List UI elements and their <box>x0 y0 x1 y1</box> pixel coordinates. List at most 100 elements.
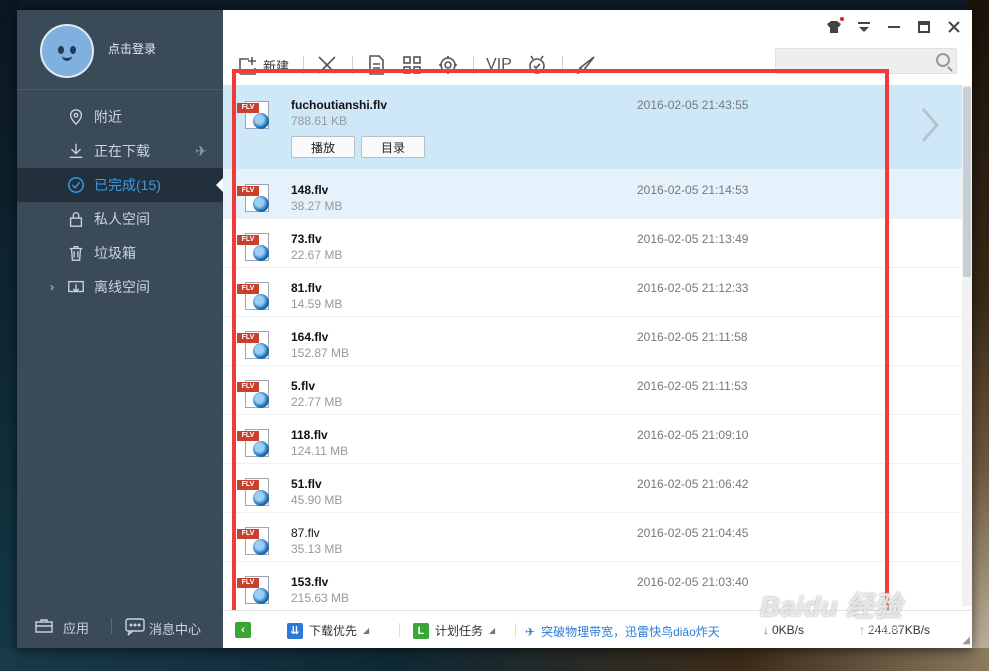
list-item[interactable]: FLV 5.flv 22.77 MB 2016-02-05 21:11:53 <box>223 366 962 415</box>
back-arrow-icon[interactable]: ‹ <box>235 622 251 638</box>
file-size: 14.59 MB <box>291 297 343 311</box>
file-name: 153.flv <box>291 575 329 589</box>
new-task-label: 新建 <box>263 58 290 74</box>
flv-file-icon: FLV <box>237 574 273 606</box>
list-item[interactable]: FLV 81.flv 14.59 MB 2016-02-05 21:12:33 <box>223 268 962 317</box>
new-task-icon <box>239 57 256 75</box>
resize-grip-icon[interactable]: ◢ <box>962 635 970 646</box>
scrollbar[interactable] <box>962 85 972 606</box>
maximize-icon[interactable] <box>916 19 932 35</box>
list-item[interactable]: FLV 87.flv 35.13 MB 2016-02-05 21:04:45 <box>223 513 962 562</box>
file-actions: 播放 目录 <box>291 136 425 158</box>
sidebar-item-private-space[interactable]: 私人空间 <box>17 202 223 236</box>
login-link[interactable]: 点击登录 <box>108 40 156 57</box>
toolbar-divider <box>303 56 305 74</box>
plan-task-button[interactable]: L 计划任务 ◢ <box>413 622 495 639</box>
file-size: 152.87 MB <box>291 346 350 360</box>
watermark-url: jingyan.baidu.com <box>808 622 905 636</box>
list-item[interactable]: FLV 73.flv 22.67 MB 2016-02-05 21:13:49 <box>223 219 962 268</box>
file-size: 22.67 MB <box>291 248 343 262</box>
bird-icon: ✈ <box>195 142 207 159</box>
play-button[interactable]: 播放 <box>291 136 355 158</box>
flv-file-icon: FLV <box>237 99 273 131</box>
file-date: 2016-02-05 21:12:33 <box>637 281 749 295</box>
avatar[interactable] <box>40 24 94 78</box>
file-type-tag: FLV <box>237 284 259 294</box>
file-size: 38.27 MB <box>291 199 343 213</box>
promo-link[interactable]: ✈ 突破物理带宽，迅雷快鸟diāo炸天 <box>525 623 720 640</box>
file-size: 45.90 MB <box>291 493 343 507</box>
list-item[interactable]: FLV 51.flv 45.90 MB 2016-02-05 21:06:42 <box>223 464 962 513</box>
delete-icon <box>318 56 336 74</box>
location-icon <box>66 107 86 127</box>
flv-file-icon: FLV <box>237 427 273 459</box>
toolbar-divider <box>352 56 354 74</box>
speedup-button[interactable] <box>575 54 597 76</box>
file-name: 51.flv <box>291 477 322 491</box>
file-date: 2016-02-05 21:06:42 <box>637 477 749 491</box>
delete-button[interactable] <box>316 54 338 76</box>
flv-file-icon: FLV <box>237 182 273 214</box>
search-input[interactable] <box>775 48 957 74</box>
file-list: FLV fuchoutianshi.flv 788.61 KB 2016-02-… <box>223 85 962 606</box>
file-size: 215.63 MB <box>291 591 350 605</box>
sidebar-item-nearby[interactable]: 附近 <box>17 100 223 134</box>
download-priority-button[interactable]: ⇊ 下载优先 ◢ <box>287 622 369 639</box>
cloud-download-icon <box>66 277 86 297</box>
active-marker <box>216 178 223 192</box>
open-folder-button[interactable]: 目录 <box>361 136 425 158</box>
apps-button[interactable]: 应用 <box>35 618 89 637</box>
new-task-button[interactable]: 新建 <box>237 54 289 76</box>
gear-icon <box>439 56 458 74</box>
list-item[interactable]: FLV fuchoutianshi.flv 788.61 KB 2016-02-… <box>223 85 962 170</box>
watermark-logo: Baidu 经验 <box>760 591 902 622</box>
list-item[interactable]: FLV 164.flv 152.87 MB 2016-02-05 21:11:5… <box>223 317 962 366</box>
menu-dropdown-icon[interactable] <box>856 19 872 35</box>
list-item[interactable]: FLV 118.flv 124.11 MB 2016-02-05 21:09:1… <box>223 415 962 464</box>
download-priority-label: 下载优先 <box>309 624 358 638</box>
sidebar-nav: 附近 正在下载 ✈ 已完成(15) 私人空间 垃圾箱 › 离线空间 <box>17 100 223 304</box>
rocket-icon <box>576 56 595 75</box>
xunlei-window: 点击登录 附近 正在下载 ✈ 已完成(15) 私人空间 垃圾箱 › 离线空间 应… <box>17 10 972 648</box>
sidebar-item-completed[interactable]: 已完成(15) <box>17 168 223 202</box>
plugin-button[interactable] <box>526 54 548 76</box>
file-date: 2016-02-05 21:09:10 <box>637 428 749 442</box>
vip-button[interactable]: VIP <box>486 56 512 74</box>
notification-dot <box>840 17 844 21</box>
chevron-right-icon[interactable]: › <box>50 280 54 294</box>
lock-icon <box>66 209 86 229</box>
file-type-tag: FLV <box>237 382 259 392</box>
file-type-tag: FLV <box>237 529 259 539</box>
close-icon[interactable] <box>946 19 962 35</box>
flv-file-icon: FLV <box>237 525 273 557</box>
minimize-icon[interactable] <box>886 19 902 35</box>
file-name: 87.flv <box>291 526 320 540</box>
file-details-button[interactable] <box>365 54 387 76</box>
flv-file-icon: FLV <box>237 329 273 361</box>
search-icon[interactable] <box>936 53 950 67</box>
download-icon <box>66 141 86 161</box>
sidebar-item-trash[interactable]: 垃圾箱 <box>17 236 223 270</box>
sidebar-item-label: 正在下载 <box>94 143 150 159</box>
settings-button[interactable] <box>437 54 459 76</box>
message-center-button[interactable]: 消息中心 <box>125 618 201 639</box>
chevron-right-icon[interactable] <box>920 107 940 143</box>
file-date: 2016-02-05 21:03:40 <box>637 575 749 589</box>
file-name: fuchoutianshi.flv <box>291 98 387 112</box>
file-date: 2016-02-05 21:13:49 <box>637 232 749 246</box>
list-item[interactable]: FLV 148.flv 38.27 MB 2016-02-05 21:14:53 <box>223 170 962 219</box>
status-divider <box>515 623 516 637</box>
file-size: 788.61 KB <box>291 114 348 128</box>
grid-view-button[interactable] <box>401 54 423 76</box>
file-size: 22.77 MB <box>291 395 343 409</box>
skin-icon[interactable] <box>826 17 844 35</box>
download-speed: ↓ 0KB/s <box>763 623 804 637</box>
flv-file-icon: FLV <box>237 476 273 508</box>
flv-file-icon: FLV <box>237 231 273 263</box>
media-disc-shape <box>253 113 269 129</box>
sidebar-item-downloading[interactable]: 正在下载 ✈ <box>17 134 223 168</box>
media-disc-shape <box>253 196 269 212</box>
check-circle-icon <box>66 175 86 195</box>
sidebar-item-offline-space[interactable]: › 离线空间 <box>17 270 223 304</box>
scrollbar-thumb[interactable] <box>963 87 971 277</box>
